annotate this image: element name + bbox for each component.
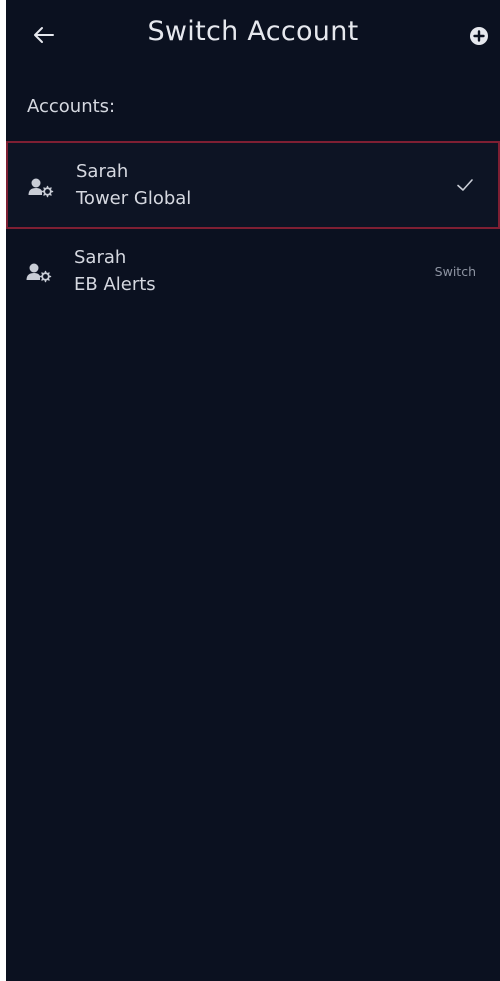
account-name: Sarah (74, 247, 127, 268)
account-row-tower-global[interactable]: Sarah Tower Global (6, 141, 500, 229)
switch-button[interactable]: Switch (435, 264, 476, 279)
account-row-eb-alerts[interactable]: Sarah EB Alerts Switch (6, 229, 500, 317)
account-info: Sarah Tower Global (76, 158, 191, 212)
account-organization: EB Alerts (74, 274, 156, 295)
header: Switch Account (6, 0, 500, 70)
user-settings-icon (28, 178, 54, 198)
account-organization: Tower Global (76, 188, 192, 209)
page-title: Switch Account (147, 16, 359, 47)
check-icon (457, 179, 473, 191)
account-info: Sarah EB Alerts (74, 244, 156, 298)
user-settings-icon (26, 263, 52, 283)
account-name: Sarah (76, 161, 129, 182)
switch-account-screen: Switch Account Accounts: Sarah Tower Glo… (6, 0, 500, 981)
add-account-button[interactable] (468, 25, 490, 47)
active-indicator (456, 176, 474, 198)
accounts-section-label: Accounts: (27, 96, 116, 117)
plus-circle-icon (470, 27, 488, 45)
